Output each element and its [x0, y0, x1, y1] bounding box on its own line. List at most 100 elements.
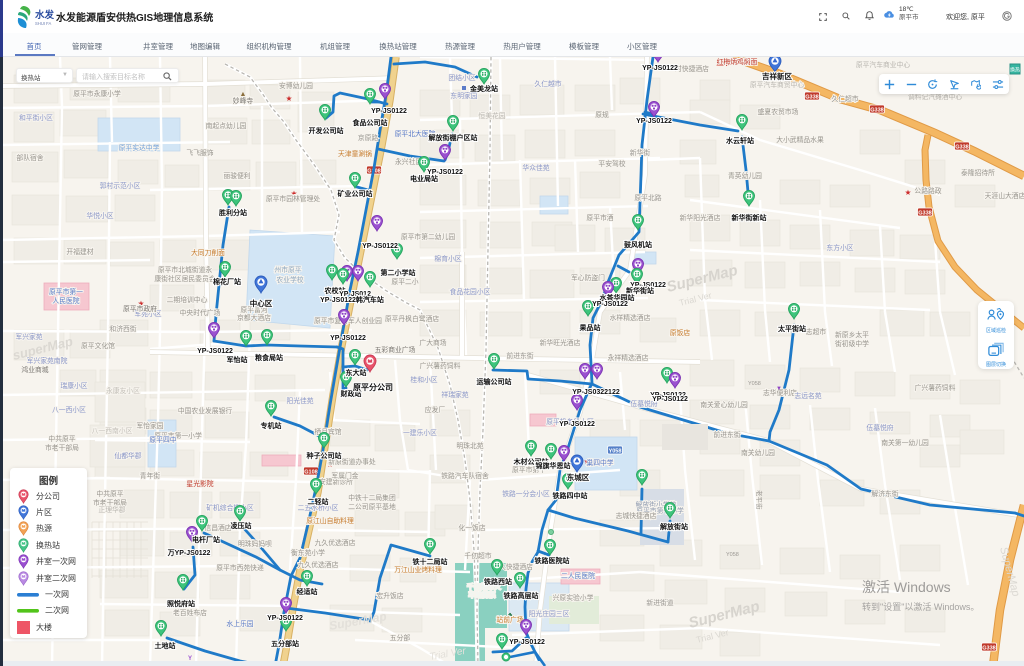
svg-text:南关幼儿园: 南关幼儿园	[741, 448, 775, 457]
svg-text:时快捷酒店: 时快捷酒店	[675, 64, 709, 73]
svg-text:原平汽车商贸中心: 原平汽车商贸中心	[750, 80, 805, 89]
svg-text:中国农业发展银行: 中国农业发展银行	[178, 406, 233, 415]
svg-text:街初级中学: 街初级中学	[835, 339, 869, 348]
svg-text:久快捷酒店: 久快捷酒店	[499, 562, 533, 571]
svg-text:五分部站: 五分部站	[271, 639, 299, 648]
svg-text:经适站: 经适站	[297, 587, 318, 596]
svg-text:南关爱心幼儿园: 南关爱心幼儿园	[700, 400, 748, 409]
svg-text:原平实达中学: 原平实达中学	[119, 143, 160, 152]
svg-text:太平街站: 太平街站	[778, 324, 806, 333]
svg-text:原平市北城街道永: 原平市北城街道永	[158, 265, 213, 274]
svg-text:土地站: 土地站	[155, 641, 176, 650]
svg-text:矿机综合楼小区: 矿机综合楼小区	[206, 503, 254, 512]
svg-text:铁路西站: 铁路西站	[484, 577, 512, 586]
svg-text:原平市园林管理处: 原平市园林管理处	[266, 194, 321, 203]
svg-text:星光影院: 星光影院	[186, 479, 213, 488]
svg-text:原规: 原规	[595, 110, 609, 119]
svg-text:原平北路: 原平北路	[634, 193, 661, 202]
svg-text:YP-JS0122: YP-JS0122	[509, 639, 545, 646]
svg-text:前进东街: 前进东街	[506, 351, 533, 360]
svg-text:铁路医院站: 铁路医院站	[535, 556, 570, 565]
svg-text:解放街棚户区站: 解放街棚户区站	[429, 133, 478, 142]
svg-text:开发公司站: 开发公司站	[309, 126, 344, 135]
svg-text:宏升饭店: 宏升饭店	[376, 591, 403, 600]
svg-text:解放街站: 解放街站	[660, 522, 688, 531]
svg-text:妙峰寺: 妙峰寺	[233, 96, 254, 105]
svg-text:水上乐园: 水上乐园	[226, 619, 253, 628]
svg-text:鼓风机站: 鼓风机站	[624, 240, 652, 249]
svg-text:★: ★	[905, 188, 912, 197]
svg-text:G338: G338	[955, 144, 968, 150]
svg-text:站前广场: 站前广场	[496, 615, 523, 624]
svg-text:专机站: 专机站	[261, 421, 282, 430]
svg-text:公路路政: 公路路政	[914, 186, 941, 195]
svg-text:SHUI FA: SHUI FA	[35, 21, 51, 26]
svg-text:千仞超市: 千仞超市	[464, 551, 491, 560]
svg-text:应发厂: 应发厂	[425, 405, 446, 414]
svg-text:食品公司站: 食品公司站	[352, 118, 388, 127]
svg-text:Y058: Y058	[609, 448, 622, 454]
svg-text:Y058: Y058	[748, 381, 761, 387]
svg-text:桂和小区: 桂和小区	[410, 375, 437, 384]
svg-text:青英幼儿园: 青英幼儿园	[728, 171, 762, 180]
svg-text:原平市第一: 原平市第一	[49, 287, 83, 296]
svg-text:YP-JS0122: YP-JS0122	[197, 348, 233, 355]
svg-text:运输公司站: 运输公司站	[477, 377, 512, 386]
svg-text:原江山自助料理: 原江山自助料理	[306, 516, 354, 525]
svg-text:久仁越市: 久仁越市	[534, 79, 561, 88]
svg-text:广大商场: 广大商场	[419, 338, 446, 347]
svg-text:阳光佳苑: 阳光佳苑	[286, 396, 313, 405]
svg-text:水云轩站: 水云轩站	[726, 136, 754, 145]
svg-text:广兴薯药饲料: 广兴薯药饲料	[915, 383, 956, 392]
svg-text:▲: ▲	[240, 91, 247, 98]
svg-text:棉育小区: 棉育小区	[434, 254, 461, 263]
svg-text:YP-JS0122: YP-JS0122	[330, 335, 366, 342]
svg-text:原平四中: 原平四中	[149, 435, 176, 444]
svg-text:二人民医院: 二人民医院	[561, 571, 595, 580]
svg-text:水发: 水发	[35, 9, 55, 21]
svg-text:YP-JS0122: YP-JS0122	[371, 108, 407, 115]
svg-text:YP-JS0122: YP-JS0122	[592, 301, 628, 308]
svg-text:老百姓布店: 老百姓布店	[173, 608, 207, 617]
svg-text:果品站: 果品站	[580, 323, 601, 332]
svg-text:二轻站: 二轻站	[308, 497, 329, 506]
svg-text:G338: G338	[918, 210, 931, 216]
svg-text:食品花园小区: 食品花园小区	[450, 287, 491, 296]
svg-text:水样精选酒店: 水样精选酒店	[610, 313, 651, 322]
svg-text:东城区: 东城区	[567, 472, 590, 482]
svg-text:军兴家苑: 军兴家苑	[15, 332, 42, 341]
svg-text:安博幼儿园: 安博幼儿园	[279, 81, 313, 90]
svg-text:仙都华郡: 仙都华郡	[114, 451, 141, 460]
svg-text:Y058: Y058	[726, 552, 739, 558]
svg-text:团结小区: 团结小区	[448, 73, 475, 82]
svg-text:胜利分站: 胜利分站	[218, 208, 247, 217]
svg-text:泰隆招待所: 泰隆招待所	[961, 168, 995, 177]
svg-text:衡东苑小学: 衡东苑小学	[291, 548, 325, 557]
svg-text:郭村示范小区: 郭村示范小区	[100, 181, 141, 190]
svg-text:照悦府站: 照悦府站	[167, 599, 195, 608]
svg-text:中共原平: 中共原平	[48, 434, 75, 443]
svg-text:电业局站: 电业局站	[410, 174, 438, 183]
svg-text:京原路: 京原路	[358, 133, 379, 142]
svg-text:YP-JS0122: YP-JS0122	[362, 243, 398, 250]
svg-text:YP-JS0122: YP-JS0122	[636, 118, 672, 125]
svg-text:铁路汽车队宿舍: 铁路汽车队宿舍	[441, 471, 489, 480]
svg-text:和平街小区: 和平街小区	[19, 113, 53, 122]
svg-text:南关第一幼儿园: 南关第一幼儿园	[881, 438, 929, 447]
svg-text:新华阳光酒店: 新华阳光酒店	[680, 213, 721, 222]
svg-text:新华旺光酒店: 新华旺光酒店	[540, 338, 581, 347]
svg-text:明珠北苑: 明珠北苑	[456, 441, 483, 450]
svg-text:YP-JS0122: YP-JS0122	[267, 615, 303, 622]
svg-text:新华街: 新华街	[630, 148, 651, 157]
svg-text:阳光庄园三区: 阳光庄园三区	[529, 609, 570, 618]
svg-text:G338: G338	[805, 94, 818, 100]
svg-text:和济西街: 和济西街	[109, 324, 136, 333]
svg-text:吉祥新区: 吉祥新区	[762, 71, 792, 81]
svg-text:平安驾校: 平安驾校	[598, 159, 625, 168]
svg-text:大同刀削面: 大同刀削面	[191, 248, 225, 257]
svg-text:原饭店: 原饭店	[670, 328, 691, 337]
svg-text:原平二小: 原平二小	[391, 277, 418, 286]
svg-text:G338: G338	[982, 645, 995, 651]
svg-text:开福建材: 开福建材	[66, 247, 93, 256]
svg-text:明珠妈妈呗: 明珠妈妈呗	[238, 539, 272, 548]
